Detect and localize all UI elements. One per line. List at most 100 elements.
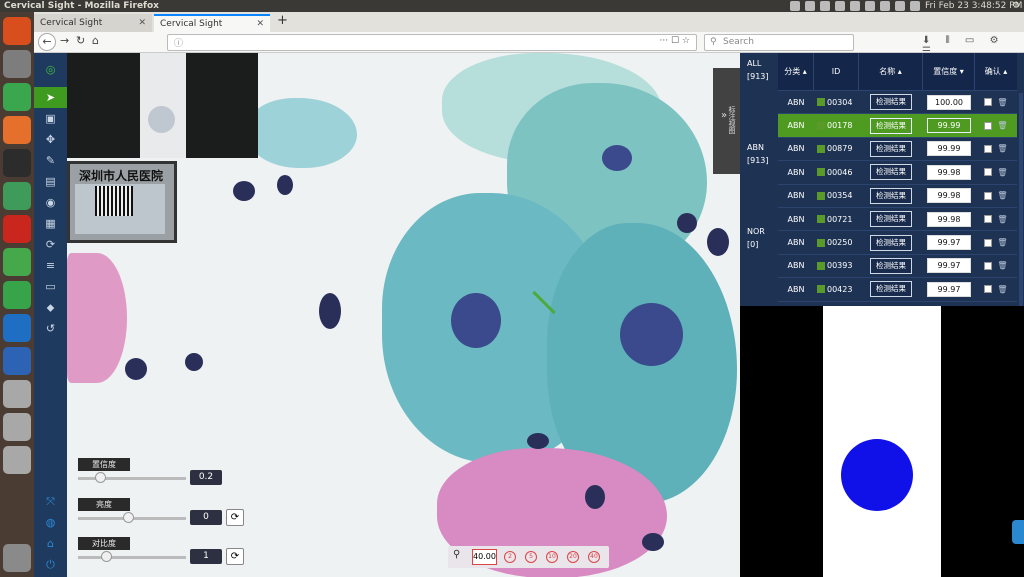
drive-icon-2[interactable] bbox=[3, 413, 31, 441]
result-name-button[interactable]: 检测结果 bbox=[870, 117, 912, 134]
tag-tool-icon[interactable]: ⬥ bbox=[34, 297, 67, 318]
delete-trash-icon[interactable]: 🗑 bbox=[997, 191, 1007, 200]
settings-gear-icon[interactable]: ⚙ bbox=[1012, 0, 1020, 12]
teamviewer-icon[interactable] bbox=[3, 314, 31, 342]
edge-teamviewer-button[interactable] bbox=[1012, 520, 1024, 544]
bluetooth-tray-icon[interactable] bbox=[865, 1, 875, 11]
result-name-button[interactable]: 检测结果 bbox=[870, 140, 912, 157]
column-header-confidence[interactable]: 置信度 ▾ bbox=[923, 53, 975, 90]
table-row[interactable]: ABN 00879 检测结果 99.99 🗑 bbox=[778, 138, 1017, 162]
network-tray-icon[interactable] bbox=[835, 1, 845, 11]
slide-image-viewer[interactable]: 深圳市人民医院 置信度 0.2 亮度 0 ⟳ 对比度 1 ⟳ ⚲ 40.00 2 bbox=[67, 53, 740, 577]
trash-icon[interactable] bbox=[3, 544, 31, 572]
slider-handle[interactable] bbox=[101, 551, 112, 562]
confirm-checkbox[interactable] bbox=[984, 98, 993, 107]
close-tab-icon[interactable]: ✕ bbox=[138, 14, 146, 32]
table-row[interactable]: ABN 00721 检测结果 99.98 🗑 bbox=[778, 208, 1017, 232]
save-tool-icon[interactable]: ▦ bbox=[34, 213, 67, 234]
home-tool-icon[interactable]: ⌂ bbox=[34, 533, 67, 554]
table-row[interactable]: ABN 00304 检测结果 100.00 🗑 bbox=[778, 91, 1017, 115]
delete-trash-icon[interactable]: 🗑 bbox=[997, 168, 1007, 177]
result-name-button[interactable]: 检测结果 bbox=[870, 234, 912, 251]
category-abn[interactable]: ABN [913] bbox=[740, 141, 776, 167]
adjust-tool-icon[interactable]: ≡ bbox=[34, 255, 67, 276]
annotation-view-toggle[interactable]: » 标注视图 bbox=[713, 68, 740, 174]
pointer-tool-icon[interactable]: ➤ bbox=[34, 87, 67, 108]
table-row[interactable]: ABN 00423 检测结果 99.97 🗑 bbox=[778, 278, 1017, 302]
reset-brightness-button[interactable]: ⟳ bbox=[226, 509, 244, 526]
table-row[interactable]: ABN 00393 检测结果 99.97 🗑 bbox=[778, 255, 1017, 279]
firefox-icon[interactable] bbox=[3, 116, 31, 144]
delete-trash-icon[interactable]: 🗑 bbox=[997, 285, 1007, 294]
site-info-icon[interactable]: ⓘ bbox=[174, 36, 183, 49]
wifi-tray-icon[interactable] bbox=[895, 1, 905, 11]
url-bar[interactable]: ⓘ ··· ☐ ☆ bbox=[167, 34, 697, 51]
keyboard-tray-icon[interactable] bbox=[850, 1, 860, 11]
ubuntu-logo-icon[interactable] bbox=[3, 17, 31, 45]
undo-tool-icon[interactable]: ↺ bbox=[34, 318, 67, 339]
terminal-icon[interactable] bbox=[3, 149, 31, 177]
confirm-checkbox[interactable] bbox=[984, 168, 993, 177]
column-header-id[interactable]: ID bbox=[814, 53, 859, 90]
delete-trash-icon[interactable]: 🗑 bbox=[997, 215, 1007, 224]
slide-overview-thumbnail[interactable] bbox=[67, 53, 258, 158]
zoom-icon[interactable]: ⚲ bbox=[453, 549, 460, 560]
close-tab-icon[interactable]: ✕ bbox=[256, 16, 264, 32]
wechat-icon[interactable] bbox=[3, 248, 31, 276]
browser-tab-2[interactable]: Cervical Sight ✕ bbox=[154, 14, 270, 32]
battery-tray-icon[interactable] bbox=[880, 1, 890, 11]
filezilla-icon[interactable] bbox=[3, 215, 31, 243]
chrome-icon[interactable] bbox=[3, 83, 31, 111]
delete-trash-icon[interactable]: 🗑 bbox=[997, 121, 1007, 130]
slider-track[interactable] bbox=[78, 556, 186, 559]
slider-handle[interactable] bbox=[123, 512, 134, 523]
page-actions[interactable]: ··· ☐ ☆ bbox=[660, 36, 690, 46]
refresh-tool-icon[interactable]: ⟳ bbox=[34, 234, 67, 255]
wechat-tray-icon[interactable] bbox=[790, 1, 800, 11]
confirm-checkbox[interactable] bbox=[984, 261, 993, 270]
column-header-confirm[interactable]: 确认 ▴ bbox=[975, 53, 1017, 90]
power-tool-icon[interactable]: ⏻ bbox=[34, 554, 67, 575]
home-button[interactable]: ⌂ bbox=[92, 34, 99, 47]
browser-tab-1[interactable]: Cervical Sight ✕ bbox=[34, 14, 152, 32]
reload-button[interactable]: ↻ bbox=[76, 34, 85, 47]
result-name-button[interactable]: 检测结果 bbox=[870, 164, 912, 181]
column-header-class[interactable]: 分类 ▴ bbox=[778, 53, 814, 90]
drive-icon[interactable] bbox=[3, 380, 31, 408]
delete-trash-icon[interactable]: 🗑 bbox=[997, 144, 1007, 153]
view-tool-icon[interactable]: ◉ bbox=[34, 192, 67, 213]
files-icon[interactable] bbox=[3, 50, 31, 78]
document-icon[interactable] bbox=[3, 347, 31, 375]
clock[interactable]: Fri Feb 23 3:48:52 PM bbox=[925, 0, 1022, 12]
atom-icon[interactable] bbox=[3, 182, 31, 210]
delete-trash-icon[interactable]: 🗑 bbox=[997, 261, 1007, 270]
table-row[interactable]: ABN 00178 检测结果 99.99 🗑 bbox=[778, 114, 1017, 138]
category-all[interactable]: ALL [913] bbox=[740, 57, 776, 83]
result-name-button[interactable]: 检测结果 bbox=[870, 94, 912, 111]
new-tab-button[interactable]: + bbox=[277, 13, 288, 28]
move-tool-icon[interactable]: ✥ bbox=[34, 129, 67, 150]
column-header-name[interactable]: 名称 ▴ bbox=[859, 53, 923, 90]
chat-tray-icon[interactable] bbox=[805, 1, 815, 11]
confirm-checkbox[interactable] bbox=[984, 144, 993, 153]
result-name-button[interactable]: 检测结果 bbox=[870, 257, 912, 274]
edit-tool-icon[interactable]: ✎ bbox=[34, 150, 67, 171]
confirm-checkbox[interactable] bbox=[984, 121, 993, 130]
wechat-alt-icon[interactable] bbox=[3, 281, 31, 309]
confirm-checkbox[interactable] bbox=[984, 285, 993, 294]
result-name-button[interactable]: 检测结果 bbox=[870, 211, 912, 228]
table-scrollbar[interactable] bbox=[1019, 93, 1023, 306]
zoom-40x-button[interactable]: 40 bbox=[588, 551, 600, 563]
table-row[interactable]: ABN 00250 检测结果 99.97 🗑 bbox=[778, 231, 1017, 255]
confirm-checkbox[interactable] bbox=[984, 215, 993, 224]
category-nor[interactable]: NOR [0] bbox=[740, 225, 776, 251]
forward-button[interactable]: → bbox=[60, 34, 69, 47]
zoom-20x-button[interactable]: 20 bbox=[567, 551, 579, 563]
delete-trash-icon[interactable]: 🗑 bbox=[997, 98, 1007, 107]
result-name-button[interactable]: 检测结果 bbox=[870, 281, 912, 298]
search-input[interactable]: ⚲ Search bbox=[704, 34, 854, 51]
zoom-5x-button[interactable]: 5 bbox=[525, 551, 537, 563]
delete-trash-icon[interactable]: 🗑 bbox=[997, 238, 1007, 247]
confirm-checkbox[interactable] bbox=[984, 238, 993, 247]
back-button[interactable]: ← bbox=[38, 33, 56, 51]
